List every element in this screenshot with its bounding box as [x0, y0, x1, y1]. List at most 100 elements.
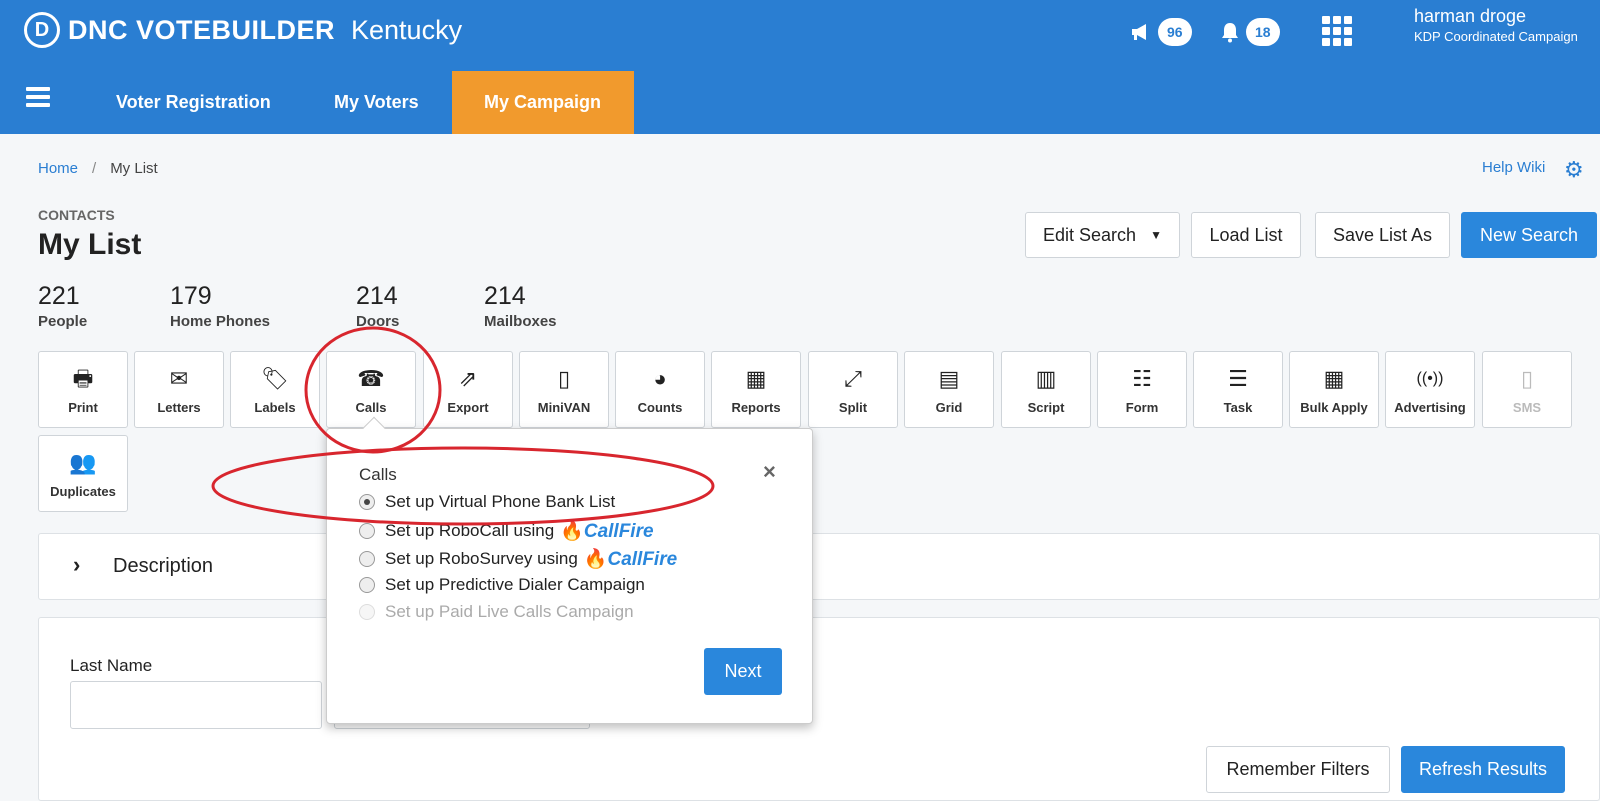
- callfire-logo: 🔥CallFire: [584, 547, 677, 571]
- tool-label: Task: [1223, 400, 1253, 415]
- user-menu[interactable]: harman droge KDP Coordinated Campaign: [1414, 6, 1578, 44]
- tool-counts[interactable]: ◕ Counts: [615, 351, 705, 428]
- option-virtual-phone-bank[interactable]: Set up Virtual Phone Bank List: [359, 492, 615, 512]
- tool-label: Grid: [935, 400, 963, 415]
- option-robocall[interactable]: Set up RoboCall using 🔥CallFire: [359, 519, 654, 543]
- tool-minivan[interactable]: ▯ MiniVAN: [519, 351, 609, 428]
- notifications-button[interactable]: 18: [1220, 18, 1280, 46]
- radio-button: [359, 604, 375, 620]
- tool-script[interactable]: ▥ Script: [1001, 351, 1091, 428]
- option-label: Set up Paid Live Calls Campaign: [385, 602, 634, 621]
- tool-grid[interactable]: ▤ Grid: [904, 351, 994, 428]
- split-arrows-icon: ⤢: [844, 366, 862, 391]
- radio-button[interactable]: [359, 523, 375, 539]
- hamburger-menu-icon[interactable]: [26, 87, 50, 107]
- stat-value: 214: [484, 282, 526, 310]
- user-name: harman droge: [1414, 6, 1527, 26]
- save-list-as-button[interactable]: Save List As: [1315, 212, 1450, 258]
- option-label: Set up RoboCall using: [385, 521, 555, 540]
- megaphone-icon: [1132, 24, 1146, 40]
- section-label: CONTACTS: [38, 207, 115, 223]
- last-name-input[interactable]: [70, 681, 322, 729]
- caret-down-icon: ▼: [1150, 228, 1162, 242]
- option-predictive-dialer[interactable]: Set up Predictive Dialer Campaign: [359, 575, 645, 595]
- chevron-right-icon: ›: [73, 552, 81, 577]
- tool-label: SMS: [1512, 400, 1542, 415]
- stat-value: 179: [170, 282, 212, 310]
- tool-bulk-apply[interactable]: ▦ Bulk Apply: [1289, 351, 1379, 428]
- help-wiki-link[interactable]: Help Wiki: [1482, 159, 1545, 176]
- nav-tab-my-voters[interactable]: My Voters: [302, 71, 451, 134]
- export-icon: ⇗: [458, 366, 478, 391]
- callfire-text: CallFire: [607, 549, 678, 570]
- calls-popover: Calls × Set up Virtual Phone Bank List S…: [326, 416, 813, 724]
- tool-print[interactable]: 🖶 Print: [38, 351, 128, 428]
- tool-split[interactable]: ⤢ Split: [808, 351, 898, 428]
- description-title: Description: [113, 555, 214, 577]
- option-label: Set up Virtual Phone Bank List: [385, 492, 616, 511]
- remember-filters-button[interactable]: Remember Filters: [1206, 746, 1390, 793]
- radio-button[interactable]: [359, 551, 375, 567]
- option-paid-live-calls: Set up Paid Live Calls Campaign: [359, 602, 634, 622]
- stat-label: Home Phones: [170, 313, 271, 330]
- refresh-results-button[interactable]: Refresh Results: [1401, 746, 1565, 793]
- brand-name: DNC VOTEBUILDER: [68, 14, 336, 45]
- edit-search-button[interactable]: Edit Search ▼: [1025, 212, 1180, 258]
- tool-label: Labels: [254, 400, 296, 415]
- tool-form[interactable]: ☷ Form: [1097, 351, 1187, 428]
- state-name: Kentucky: [351, 14, 463, 45]
- tool-label: Split: [838, 400, 868, 415]
- tool-label: Script: [1027, 400, 1065, 415]
- option-label: Set up Predictive Dialer Campaign: [385, 575, 645, 594]
- breadcrumb: Home / My List: [38, 160, 158, 177]
- tool-labels[interactable]: 🏷 Labels: [230, 351, 320, 428]
- pie-chart-icon: ◕: [653, 366, 667, 391]
- dnc-logo-icon: D: [24, 12, 60, 48]
- stat-people: 221 People: [38, 282, 87, 330]
- tool-calls[interactable]: ☎ Calls: [326, 351, 416, 428]
- tool-letters[interactable]: ✉ Letters: [134, 351, 224, 428]
- nav-tab-voter-registration[interactable]: Voter Registration: [84, 71, 303, 134]
- radio-button[interactable]: [359, 494, 375, 510]
- tool-sms: ▯ SMS: [1482, 351, 1572, 428]
- nav-tab-my-campaign[interactable]: My Campaign: [452, 71, 634, 134]
- breadcrumb-current: My List: [110, 160, 158, 177]
- tool-label: Reports: [731, 400, 781, 415]
- gear-icon[interactable]: ⚙: [1564, 157, 1584, 183]
- grid-table-icon: ▤: [938, 366, 960, 391]
- description-panel[interactable]: › Description: [38, 533, 1600, 600]
- tool-label: Bulk Apply: [1300, 400, 1368, 415]
- tool-label: Export: [447, 400, 489, 415]
- close-icon[interactable]: ×: [763, 459, 776, 485]
- tool-duplicates[interactable]: 👥 Duplicates: [38, 435, 128, 512]
- apps-grid-icon[interactable]: [1322, 16, 1352, 46]
- tool-label: Calls: [355, 400, 387, 415]
- page-title: My List: [38, 228, 142, 261]
- next-button[interactable]: Next: [704, 648, 782, 695]
- sms-phone-icon: ▯: [1520, 366, 1534, 391]
- tool-export[interactable]: ⇗ Export: [423, 351, 513, 428]
- votebuilder-logo[interactable]: D DNC VOTEBUILDER Kentucky: [24, 12, 462, 48]
- flame-icon: 🔥: [560, 521, 584, 542]
- option-label: Set up RoboSurvey using: [385, 549, 578, 568]
- mobile-phone-icon: ▯: [557, 366, 571, 391]
- stat-mailboxes: 214 Mailboxes: [484, 282, 557, 330]
- new-search-button[interactable]: New Search: [1461, 212, 1597, 258]
- breadcrumb-separator: /: [92, 160, 97, 177]
- stat-label: People: [38, 313, 88, 330]
- tool-task[interactable]: ☰ Task: [1193, 351, 1283, 428]
- stat-value: 214: [356, 282, 398, 310]
- stat-label: Mailboxes: [484, 313, 557, 330]
- edit-search-label: Edit Search: [1043, 224, 1137, 245]
- form-icon: ☷: [1132, 366, 1152, 391]
- radio-button[interactable]: [359, 577, 375, 593]
- bell-icon: [1222, 23, 1238, 43]
- task-list-icon: ☰: [1228, 366, 1248, 391]
- option-robosurvey[interactable]: Set up RoboSurvey using 🔥CallFire: [359, 547, 677, 571]
- load-list-button[interactable]: Load List: [1191, 212, 1301, 258]
- stat-value: 221: [38, 282, 80, 310]
- announcements-button[interactable]: 96: [1130, 18, 1192, 46]
- tool-reports[interactable]: ▦ Reports: [711, 351, 801, 428]
- tool-advertising[interactable]: ((•)) Advertising: [1385, 351, 1475, 428]
- breadcrumb-home-link[interactable]: Home: [38, 160, 78, 177]
